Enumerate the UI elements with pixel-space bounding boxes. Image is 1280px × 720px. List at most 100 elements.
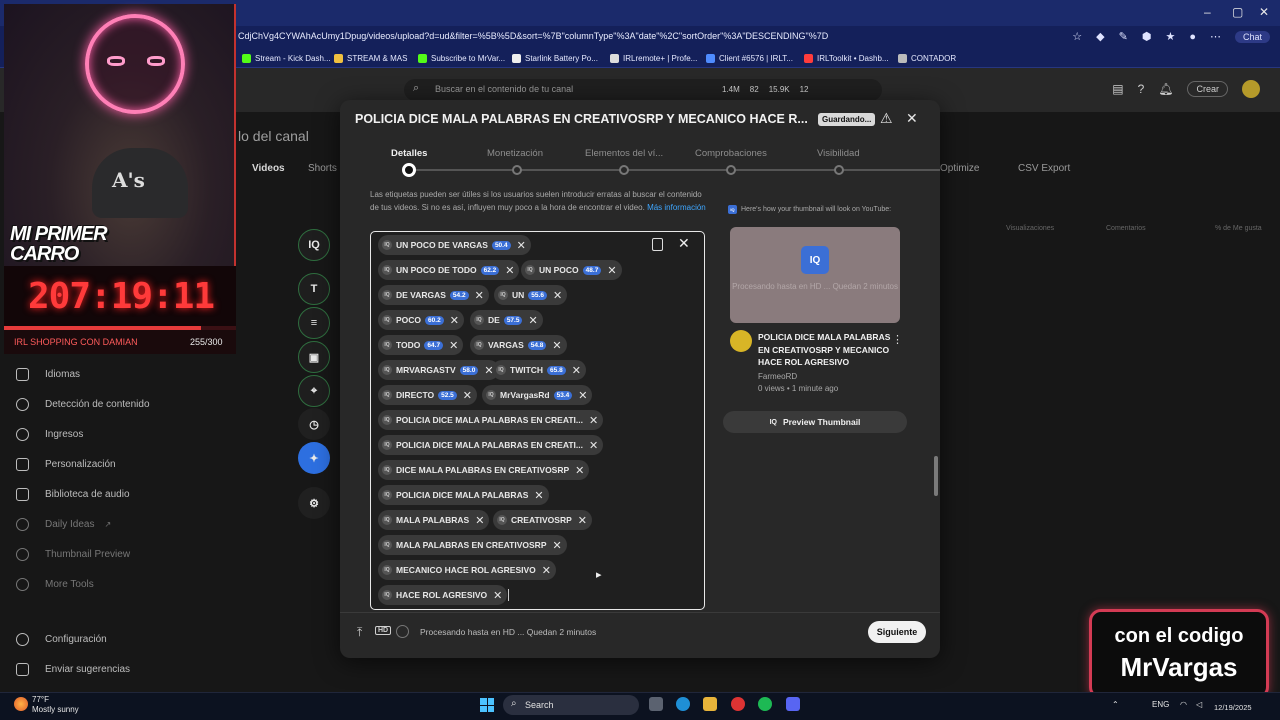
tag-chip[interactable]: IQ MRVARGASTV 58.0 ✕ [378, 360, 499, 380]
step-dot[interactable] [512, 165, 522, 175]
tab-csv-export[interactable]: CSV Export [1018, 163, 1070, 174]
tag-chip[interactable]: IQ UN 55.6 ✕ [494, 285, 568, 305]
step-visibilidad[interactable]: Visibilidad [817, 148, 860, 159]
close-dialog-icon[interactable]: ✕ [906, 110, 918, 127]
bookmark-item[interactable]: Subscribe to MrVar... [418, 54, 505, 63]
tag-chip[interactable]: IQ TWITCH 65.8 ✕ [492, 360, 586, 380]
step-elementos[interactable]: Elementos del ví... [585, 148, 663, 159]
sidebar-item-audio-library[interactable]: Biblioteca de audio [16, 488, 130, 501]
tag-chip[interactable]: IQ POLICIA DICE MALA PALABRAS EN CREATI..… [378, 435, 604, 455]
tag-chip[interactable]: IQ MALA PALABRAS EN CREATIVOSRP ✕ [378, 535, 567, 555]
bookmark-item[interactable]: Client #6576 | IRLT... [706, 54, 793, 63]
maximize-icon[interactable]: ▢ [1232, 5, 1243, 19]
clear-tags-icon[interactable]: ✕ [678, 235, 690, 252]
bookmark-item[interactable]: CONTADOR [898, 54, 956, 63]
remove-tag-icon[interactable]: ✕ [463, 389, 472, 402]
clock-icon[interactable]: ◷ [298, 408, 330, 440]
ai-sparkle-icon[interactable]: ✦ [298, 442, 330, 474]
remove-tag-icon[interactable]: ✕ [542, 564, 551, 577]
sidebar-item-ingresos[interactable]: Ingresos [16, 428, 83, 441]
sidebar-item-sugerencias[interactable]: Enviar sugerencias [16, 663, 130, 676]
tag-chip[interactable]: IQ VARGAS 54.8 ✕ [470, 335, 567, 355]
tag-chip[interactable]: IQ DE VARGAS 54.2 ✕ [378, 285, 489, 305]
tab-optimize[interactable]: Optimize [940, 163, 979, 174]
tag-chip[interactable]: IQ MECANICO HACE ROL AGRESIVO ✕ [378, 560, 557, 580]
tag-chip[interactable]: IQ UN POCO DE VARGAS 50.4 ✕ [378, 235, 531, 255]
remove-tag-icon[interactable]: ✕ [517, 239, 526, 252]
tag-chip[interactable]: IQ DIRECTO 52.5 ✕ [378, 385, 477, 405]
tab-videos[interactable]: Videos [252, 163, 285, 174]
step-dot[interactable] [619, 165, 629, 175]
more-icon[interactable]: ⋯ [1210, 30, 1221, 43]
start-button[interactable] [480, 698, 494, 712]
more-info-link[interactable]: Más información [647, 203, 706, 212]
tag-chip[interactable]: IQ TODO 64.7 ✕ [378, 335, 464, 355]
kebab-menu-icon[interactable]: ⋮ [892, 333, 903, 346]
remove-tag-icon[interactable]: ✕ [575, 464, 584, 477]
remove-tag-icon[interactable]: ✕ [578, 389, 587, 402]
remove-tag-icon[interactable]: ✕ [493, 589, 502, 602]
taskbar-search[interactable]: ⌕ Search [503, 695, 639, 715]
sidebar-item-more-tools[interactable]: More Tools [16, 578, 94, 591]
remove-tag-icon[interactable]: ✕ [553, 539, 562, 552]
tag-chip[interactable]: IQ MALA PALABRAS ✕ [378, 510, 490, 530]
tag-chip[interactable]: IQ UN POCO 48.7 ✕ [521, 260, 622, 280]
avatar[interactable] [1242, 80, 1260, 98]
sidebar-item-personalizacion[interactable]: Personalización [16, 458, 116, 471]
bookmark-item[interactable]: Starlink Battery Po... [512, 54, 598, 63]
remove-tag-icon[interactable]: ✕ [589, 439, 598, 452]
tags-tool-icon[interactable]: ⌖ [298, 375, 330, 407]
bookmark-item[interactable]: IRLToolkit • Dashb... [804, 54, 889, 63]
url-text[interactable]: CdjChVg4CYWAhAcUmy1Dpug/videos/upload?d=… [238, 31, 828, 41]
close-window-icon[interactable]: ✕ [1259, 5, 1269, 19]
tag-chip[interactable]: IQ POLICIA DICE MALA PALABRAS ✕ [378, 485, 549, 505]
remove-tag-icon[interactable]: ✕ [534, 489, 543, 502]
tab-strip[interactable] [250, 0, 1150, 26]
messages-icon[interactable]: ▤ [1112, 82, 1123, 96]
remove-tag-icon[interactable]: ✕ [475, 289, 484, 302]
bookmark-item[interactable]: IRLremote+ | Profe... [610, 54, 697, 63]
star-icon[interactable]: ☆ [1072, 30, 1082, 43]
copilot-button[interactable]: Chat [1234, 30, 1270, 43]
taskbar-date[interactable]: 12/19/2025 [1214, 703, 1252, 712]
remove-tag-icon[interactable]: ✕ [589, 414, 598, 427]
tray-chevron-icon[interactable]: ⌃ [1112, 700, 1119, 709]
step-dot[interactable] [402, 163, 416, 177]
chrome-icon[interactable] [731, 697, 745, 711]
sidebar-item-thumbnail-preview[interactable]: Thumbnail Preview [16, 548, 130, 561]
minimize-icon[interactable]: – [1204, 5, 1211, 19]
preview-thumbnail-button[interactable]: IQ Preview Thumbnail [723, 411, 907, 433]
settings-gear-icon[interactable]: ⚙ [298, 487, 330, 519]
task-view-icon[interactable] [649, 697, 663, 711]
step-monetizacion[interactable]: Monetización [487, 148, 543, 159]
remove-tag-icon[interactable]: ✕ [572, 364, 581, 377]
step-comprobaciones[interactable]: Comprobaciones [695, 148, 767, 159]
weather-icon[interactable] [14, 697, 28, 711]
create-button[interactable]: Crear [1187, 81, 1228, 97]
sidebar-item-daily-ideas[interactable]: Daily Ideas ↗ [16, 518, 111, 531]
step-dot[interactable] [726, 165, 736, 175]
remove-tag-icon[interactable]: ✕ [528, 314, 537, 327]
next-button[interactable]: Siguiente [868, 621, 926, 643]
thumbnail-tool-icon[interactable]: ▣ [298, 341, 330, 373]
title-tool-icon[interactable]: T [298, 273, 330, 305]
tag-chip[interactable]: IQ POLICIA DICE MALA PALABRAS EN CREATI..… [378, 410, 604, 430]
tag-chip[interactable]: IQ POCO 60.2 ✕ [378, 310, 464, 330]
edge-icon[interactable] [676, 697, 690, 711]
remove-tag-icon[interactable]: ✕ [578, 514, 587, 527]
tag-chip[interactable]: IQ MrVargasRd 53.4 ✕ [482, 385, 593, 405]
copy-icon[interactable] [652, 238, 663, 251]
tag-chip[interactable]: IQ HACE ROL AGRESIVO ✕ [378, 585, 508, 605]
step-detalles[interactable]: Detalles [391, 148, 427, 159]
tag-chip[interactable]: IQ DICE MALA PALABRAS EN CREATIVOSRP ✕ [378, 460, 590, 480]
remove-tag-icon[interactable]: ✕ [449, 339, 458, 352]
remove-tag-icon[interactable]: ✕ [475, 514, 484, 527]
bell-icon[interactable]: 🔔︎ [1158, 82, 1173, 96]
wifi-icon[interactable]: ◠ [1180, 700, 1187, 709]
help-icon[interactable]: ? [1138, 82, 1145, 96]
remove-tag-icon[interactable]: ✕ [607, 264, 616, 277]
remove-tag-icon[interactable]: ✕ [505, 264, 514, 277]
discord-icon[interactable] [786, 697, 800, 711]
bookmark-item[interactable]: Stream - Kick Dash... [242, 54, 331, 63]
weather-temp[interactable]: 77°F [32, 695, 49, 704]
